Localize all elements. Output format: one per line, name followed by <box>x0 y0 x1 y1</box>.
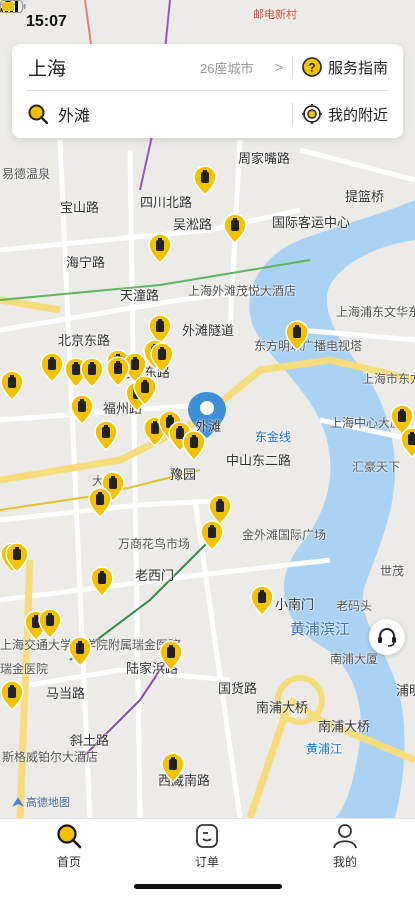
nearby-label: 我的附近 <box>328 106 389 124</box>
storage-location-pin[interactable] <box>223 213 247 244</box>
map-label: 北京东路 <box>58 333 111 348</box>
storage-location-pin[interactable] <box>148 233 172 264</box>
map-label: 四川北路 <box>140 195 193 210</box>
map-label: 东金线 <box>255 430 292 444</box>
nearby-button[interactable]: 我的附近 <box>302 104 388 125</box>
locate-icon <box>302 104 322 124</box>
map-label: 南浦大厦 <box>330 652 379 666</box>
map-label: 提篮桥 <box>345 189 385 204</box>
map-label: 汇豪天下 <box>352 460 401 474</box>
storage-location-pin[interactable] <box>193 165 217 196</box>
map-label: 南浦大桥 <box>256 700 309 715</box>
tab-label: 订单 <box>194 855 219 869</box>
home-indicator <box>134 884 282 889</box>
map-label: 黄浦滨江 <box>290 621 351 638</box>
map-label: 天潼路 <box>120 288 160 303</box>
map-label: 浦明路 <box>396 683 415 698</box>
service-guide-button[interactable]: ? 服务指南 <box>302 57 388 78</box>
storage-location-pin[interactable] <box>285 320 309 351</box>
map-label: 小南门 <box>275 597 315 612</box>
storage-location-pin[interactable] <box>159 640 183 671</box>
map-label: 外滩隧道 <box>182 323 235 338</box>
map-label: 斯格威铂尔大酒店 <box>2 750 99 764</box>
storage-location-pin[interactable] <box>200 520 224 551</box>
storage-location-pin[interactable] <box>38 608 62 639</box>
city-row: 上海 26座城市 > ? 服务指南 <box>12 44 403 90</box>
map-label: 海宁路 <box>66 255 106 270</box>
map-label: 瑞金医院 <box>0 662 49 676</box>
map-label: 黄浦江 <box>306 742 343 756</box>
map-label: 中山东二路 <box>226 453 292 468</box>
search-icon <box>57 824 82 849</box>
map-label: 金外滩国际广场 <box>242 528 327 542</box>
search-card: 上海 26座城市 > ? 服务指南 外滩 我的附近 <box>12 44 403 138</box>
tab-orders[interactable]: 订单 <box>177 823 237 870</box>
search-icon <box>28 104 49 125</box>
storage-location-pin[interactable] <box>133 375 157 406</box>
map-label: 易德温泉 <box>2 167 51 181</box>
user-icon <box>333 824 357 849</box>
divider <box>292 103 293 125</box>
map-label: 南浦大桥 <box>318 719 371 734</box>
map-label: 马当路 <box>46 686 86 701</box>
city-name[interactable]: 上海 <box>28 54 66 81</box>
storage-location-pin[interactable] <box>94 420 118 451</box>
map-label: 宝山路 <box>60 200 100 215</box>
map-label: 吴淞路 <box>173 217 213 232</box>
map-label: 万商花鸟市场 <box>118 537 191 551</box>
tab-label: 首页 <box>56 855 81 869</box>
map-label: 上海外滩茂悦大酒店 <box>188 284 297 298</box>
map-label: 周家嘴路 <box>238 151 291 166</box>
city-count[interactable]: 26座城市 <box>200 58 253 77</box>
storage-location-pin[interactable] <box>250 585 274 616</box>
map-label: 老西门 <box>135 568 175 583</box>
storage-location-pin[interactable] <box>88 487 112 518</box>
map-provider-logo: 高德地图 <box>12 794 70 810</box>
search-input[interactable]: 外滩 <box>58 102 90 126</box>
battery-icon <box>0 0 26 13</box>
chevron-right-icon[interactable]: > <box>275 59 283 75</box>
order-icon <box>196 824 218 848</box>
map-label: 上海浦东文华东方酒店 <box>336 305 415 319</box>
help-icon: ? <box>302 57 322 77</box>
storage-location-pin[interactable] <box>150 342 174 373</box>
search-row[interactable]: 外滩 我的附近 <box>12 91 403 137</box>
map-provider-name: 高德地图 <box>26 797 70 809</box>
map-label: 豫园 <box>170 467 197 482</box>
storage-location-pin[interactable] <box>80 357 104 388</box>
storage-location-pin[interactable] <box>90 566 114 597</box>
map-label: 老码头 <box>336 599 373 613</box>
status-time: 15:07 <box>26 13 67 30</box>
map-label: 国货路 <box>218 681 258 696</box>
status-bar: 15:07 <box>0 0 415 44</box>
map-label: 国际客运中心 <box>272 215 351 230</box>
storage-location-pin[interactable] <box>161 752 185 783</box>
storage-location-pin[interactable] <box>5 542 29 573</box>
storage-location-pin[interactable] <box>0 680 24 711</box>
storage-location-pin[interactable] <box>70 394 94 425</box>
tab-label: 我的 <box>332 855 357 869</box>
storage-location-pin[interactable] <box>400 427 415 458</box>
storage-location-pin[interactable] <box>40 352 64 383</box>
headset-icon <box>378 628 396 647</box>
storage-location-pin[interactable] <box>68 636 92 667</box>
tab-home[interactable]: 首页 <box>39 823 99 870</box>
amap-logo-icon <box>12 797 24 807</box>
map-label: 世茂 <box>380 564 405 578</box>
tab-mine[interactable]: 我的 <box>315 823 375 870</box>
service-guide-label: 服务指南 <box>328 59 389 77</box>
map-label: 斜土路 <box>70 733 110 748</box>
divider <box>292 56 293 78</box>
storage-location-pin[interactable] <box>182 430 206 461</box>
svg-text:?: ? <box>308 61 315 75</box>
customer-service-button[interactable] <box>369 619 405 655</box>
storage-location-pin[interactable] <box>0 370 24 401</box>
map-label: 上海市东方 <box>362 372 415 386</box>
